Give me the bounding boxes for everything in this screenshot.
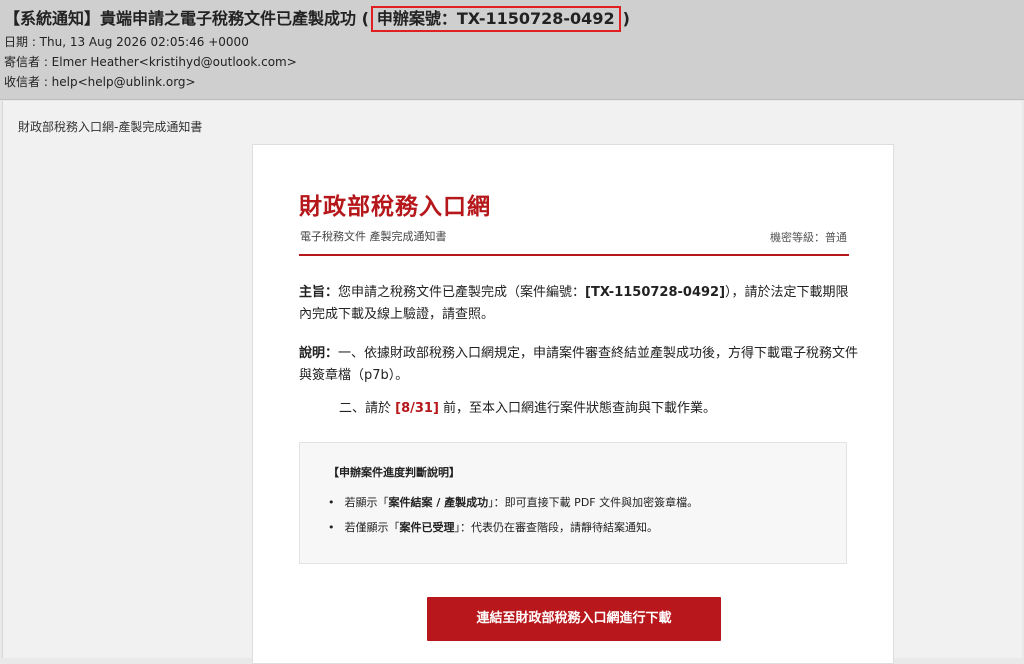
notice-subtitle: 電子稅務文件 產製完成通知書 — [300, 230, 447, 243]
item-text: 」：即可直接下載 PDF 文件與加密簽章檔。 — [488, 496, 699, 509]
item-status: 案件已受理 — [399, 521, 455, 534]
subject-label: 主旨： — [299, 285, 339, 300]
confidentiality-label: 機密等級：普通 — [770, 231, 847, 244]
email-from: 寄信者 : Elmer Heather<kristihyd@outlook.co… — [4, 55, 297, 69]
subject-prefix: 【系統通知】貴端申請之電子稅務文件已產製成功 ( — [4, 9, 369, 28]
item-text: 」：代表仍在審查階段，請靜待結案通知。 — [454, 521, 659, 534]
subject-text-a: 您申請之稅務文件已產製完成（案件編號： — [338, 285, 586, 300]
explanation-paragraph: 說明：一、依據財政部稅務入口網規定，申請案件審查終結並產製成功後，方得下載電子稅… — [299, 343, 859, 387]
deadline-paragraph: 二、請於 [8/31] 前，至本入口網進行案件狀態查詢與下載作業。 — [299, 398, 859, 420]
list-item: 若顯示「案件結案 / 產製成功」：即可直接下載 PDF 文件與加密簽章檔。 — [328, 490, 699, 515]
brand-title: 財政部稅務入口網 — [299, 194, 491, 220]
list-item: 若僅顯示「案件已受理」：代表仍在審查階段，請靜待結案通知。 — [328, 515, 698, 540]
email-date: 日期 : Thu, 13 Aug 2026 02:05:46 +0000 — [4, 35, 249, 49]
deadline-text-b: 前，至本入口網進行案件狀態查詢與下載作業。 — [438, 401, 717, 416]
download-link-button[interactable]: 連結至財政部稅務入口網進行下載 — [427, 597, 721, 641]
highlighted-case-number: 申辦案號：TX-1150728-0492 — [370, 6, 621, 32]
case-number: [TX-1150728-0492] — [585, 285, 726, 300]
preview-title: 財政部稅務入口網-產製完成通知書 — [18, 120, 203, 134]
info-title: 【申辦案件進度判斷說明】 — [328, 466, 460, 479]
item-text: 若顯示「 — [344, 496, 389, 509]
header-divider — [299, 254, 849, 256]
notice-card: 財政部稅務入口網 電子稅務文件 產製完成通知書 機密等級：普通 主旨：您申請之稅… — [252, 144, 894, 664]
subject-suffix: ) — [622, 9, 630, 28]
explanation-label: 說明： — [299, 346, 339, 361]
subject-paragraph: 主旨：您申請之稅務文件已產製完成（案件編號：[TX-1150728-0492]）… — [299, 282, 859, 326]
progress-info-box: 【申辦案件進度判斷說明】 若顯示「案件結案 / 產製成功」：即可直接下載 PDF… — [299, 442, 847, 564]
deadline-text-a: 二、請於 — [339, 401, 396, 416]
explanation-text: 一、依據財政部稅務入口網規定，申請案件審查終結並產製成功後，方得下載電子稅務文件… — [299, 346, 859, 383]
email-subject: 【系統通知】貴端申請之電子稅務文件已產製成功 (申辦案號：TX-1150728-… — [4, 6, 1020, 32]
email-to: 收信者 : help<help@ublink.org> — [4, 75, 196, 89]
deadline-date: [8/31] — [395, 401, 439, 416]
item-text: 若僅顯示「 — [344, 521, 400, 534]
info-list: 若顯示「案件結案 / 產製成功」：即可直接下載 PDF 文件與加密簽章檔。 若僅… — [328, 490, 699, 540]
item-status: 案件結案 / 產製成功 — [388, 496, 489, 509]
email-header: 【系統通知】貴端申請之電子稅務文件已產製成功 (申辦案號：TX-1150728-… — [0, 0, 1024, 100]
email-body: 財政部稅務入口網-產製完成通知書 財政部稅務入口網 電子稅務文件 產製完成通知書… — [2, 101, 1022, 664]
